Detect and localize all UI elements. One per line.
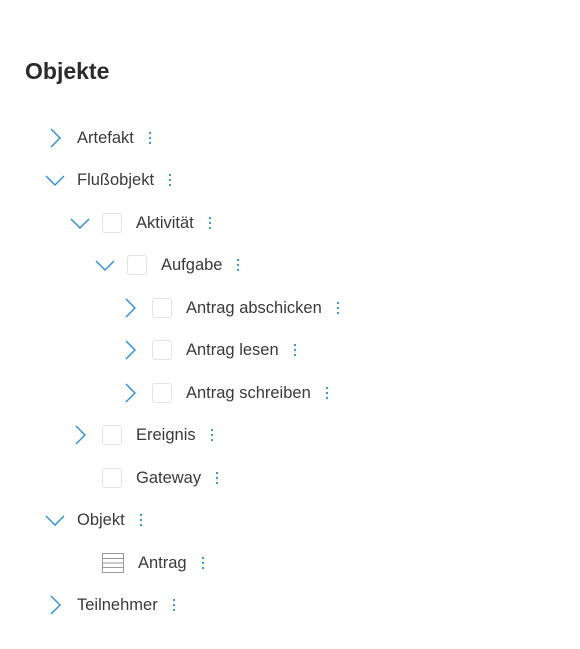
tree-item-objekt[interactable]: Objekt [45, 505, 145, 535]
more-options-icon[interactable] [166, 171, 174, 189]
more-options-icon[interactable] [206, 214, 214, 232]
tree-item-ereignis[interactable]: Ereignis [70, 420, 216, 450]
tree-item-aufgabe[interactable]: Aufgabe [95, 250, 242, 280]
chevron-right-icon[interactable] [120, 298, 140, 318]
tree-item-flussobjekt[interactable]: Flußobjekt [45, 165, 174, 195]
tree-item-gateway[interactable]: Gateway [70, 463, 221, 493]
tree-item-label[interactable]: Antrag lesen [186, 341, 279, 360]
tree-item-antrag-schreiben[interactable]: Antrag schreiben [120, 378, 331, 408]
chevron-down-icon[interactable] [95, 255, 115, 275]
tree-item-label[interactable]: Antrag [138, 554, 187, 573]
chevron-right-icon[interactable] [120, 340, 140, 360]
chevron-down-icon[interactable] [45, 170, 65, 190]
checkbox[interactable] [152, 340, 172, 360]
object-tree: Artefakt Flußobjekt Aktivität Aufgabe An… [0, 0, 580, 649]
tree-item-antrag-lesen[interactable]: Antrag lesen [120, 335, 299, 365]
checkbox[interactable] [102, 468, 122, 488]
chevron-right-icon[interactable] [45, 128, 65, 148]
more-options-icon[interactable] [146, 129, 154, 147]
tree-item-antrag[interactable]: Antrag [70, 548, 207, 578]
table-icon [102, 553, 124, 573]
checkbox[interactable] [102, 425, 122, 445]
tree-item-label[interactable]: Antrag schreiben [186, 384, 311, 403]
more-options-icon[interactable] [213, 469, 221, 487]
checkbox[interactable] [102, 213, 122, 233]
checkbox[interactable] [127, 255, 147, 275]
tree-item-label[interactable]: Antrag abschicken [186, 299, 322, 318]
tree-item-antrag-abschicken[interactable]: Antrag abschicken [120, 293, 342, 323]
more-options-icon[interactable] [291, 341, 299, 359]
tree-item-label[interactable]: Objekt [77, 511, 125, 530]
chevron-right-icon[interactable] [120, 383, 140, 403]
chevron-right-icon[interactable] [45, 595, 65, 615]
more-options-icon[interactable] [137, 511, 145, 529]
checkbox[interactable] [152, 298, 172, 318]
more-options-icon[interactable] [199, 554, 207, 572]
checkbox[interactable] [152, 383, 172, 403]
more-options-icon[interactable] [170, 596, 178, 614]
tree-item-artefakt[interactable]: Artefakt [45, 123, 154, 153]
tree-item-label[interactable]: Ereignis [136, 426, 196, 445]
more-options-icon[interactable] [323, 384, 331, 402]
more-options-icon[interactable] [334, 299, 342, 317]
tree-item-label[interactable]: Artefakt [77, 129, 134, 148]
tree-item-label[interactable]: Aktivität [136, 214, 194, 233]
tree-item-label[interactable]: Aufgabe [161, 256, 222, 275]
more-options-icon[interactable] [208, 426, 216, 444]
chevron-down-icon[interactable] [45, 510, 65, 530]
chevron-right-icon[interactable] [70, 425, 90, 445]
tree-item-label[interactable]: Teilnehmer [77, 596, 158, 615]
tree-item-label[interactable]: Flußobjekt [77, 171, 154, 190]
more-options-icon[interactable] [234, 256, 242, 274]
tree-item-label[interactable]: Gateway [136, 469, 201, 488]
tree-item-teilnehmer[interactable]: Teilnehmer [45, 590, 178, 620]
chevron-down-icon[interactable] [70, 213, 90, 233]
tree-item-aktivitaet[interactable]: Aktivität [70, 208, 214, 238]
